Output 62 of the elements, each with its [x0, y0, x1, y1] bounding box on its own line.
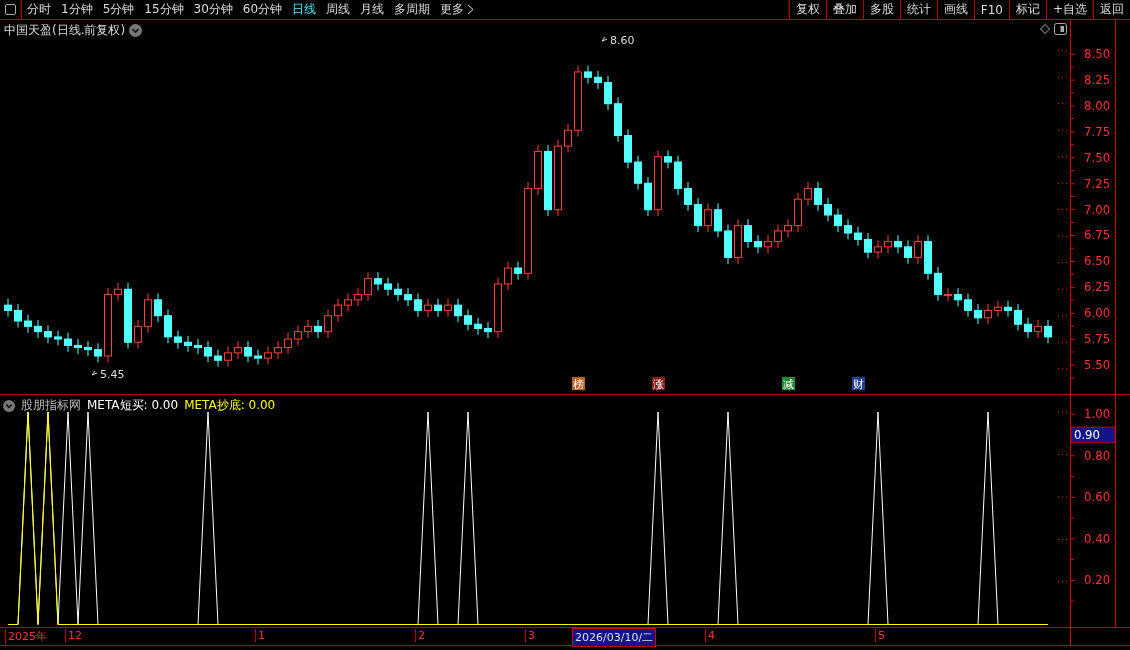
cursor-date-label: 2026/03/10/二: [572, 628, 657, 647]
period-tab[interactable]: 多周期: [389, 0, 436, 19]
axis-label: 6.75: [1084, 228, 1111, 243]
date-label: 5: [875, 629, 885, 642]
axis-label: 6.00: [1084, 306, 1111, 321]
toolbar-button[interactable]: 叠加: [825, 0, 863, 19]
indicator-readout: META短买: 0.00: [87, 397, 179, 414]
more-button[interactable]: 更多: [435, 0, 480, 19]
indicator-name: 股朋指标网: [21, 397, 81, 414]
date-label: 2025年: [5, 629, 47, 644]
axis-label: 0.20: [1084, 573, 1111, 588]
period-tab[interactable]: 15分钟: [139, 0, 189, 19]
indicator-readout: META抄底: 0.00: [184, 397, 276, 414]
date-label: 1: [255, 629, 265, 642]
event-marker[interactable]: 财: [852, 377, 865, 391]
cursor-value-label: 0.90: [1070, 426, 1115, 444]
axis-label: 0.80: [1084, 448, 1111, 463]
axis-label: 5.75: [1084, 332, 1111, 347]
axis-label: 0.60: [1084, 490, 1111, 505]
event-marker[interactable]: 榜: [572, 377, 585, 391]
axis-label: 8.25: [1084, 73, 1111, 88]
high-price-label: 8.60: [601, 34, 635, 48]
period-tab[interactable]: 5分钟: [97, 0, 140, 19]
axis-label: 8.50: [1084, 47, 1111, 62]
period-tab[interactable]: 分时: [22, 0, 56, 19]
dropdown-icon[interactable]: [129, 24, 143, 37]
axis-label: 5.50: [1084, 358, 1111, 373]
period-tab[interactable]: 30分钟: [188, 0, 238, 19]
toolbar-button[interactable]: F10: [973, 0, 1009, 19]
axis-label: 7.00: [1084, 202, 1111, 217]
chart-title: 中国天盈(日线.前复权): [4, 22, 126, 39]
axis-label: 0.40: [1084, 531, 1111, 546]
date-label: 3: [525, 629, 535, 642]
toolbar-button[interactable]: 返回: [1093, 0, 1130, 19]
axis-label: 7.75: [1084, 124, 1111, 139]
toolbar-button[interactable]: 统计: [899, 0, 937, 19]
axis-label: 7.25: [1084, 176, 1111, 191]
period-tab[interactable]: 60分钟: [237, 0, 288, 19]
diamond-icon[interactable]: [1040, 24, 1050, 34]
axis-label: 8.00: [1084, 98, 1111, 113]
axis-label: 6.50: [1084, 254, 1111, 269]
chevron-icon: [467, 4, 475, 15]
dropdown-icon[interactable]: [3, 399, 15, 412]
date-label: 12: [65, 629, 82, 642]
event-marker[interactable]: 减: [782, 377, 795, 391]
toolbar-button[interactable]: 画线: [936, 0, 974, 19]
period-tab[interactable]: 周线: [321, 0, 356, 19]
axis-label: 1.00: [1084, 407, 1111, 422]
panel-toggle-icon[interactable]: [1054, 23, 1067, 35]
toolbar-button[interactable]: 多股: [862, 0, 900, 19]
toolbar-button[interactable]: +自选: [1045, 0, 1093, 19]
period-tab[interactable]: 月线: [355, 0, 390, 19]
low-price-label: 5.45: [91, 368, 125, 382]
period-tab[interactable]: 日线: [287, 0, 322, 19]
date-label: 2: [415, 629, 425, 642]
toolbar-button[interactable]: 复权: [788, 0, 826, 19]
axis-label: 7.50: [1084, 150, 1111, 165]
event-marker[interactable]: 涨: [652, 377, 665, 391]
axis-label: 6.25: [1084, 280, 1111, 295]
period-tab[interactable]: 1分钟: [56, 0, 98, 19]
date-label: 4: [705, 629, 715, 642]
toolbar-button[interactable]: 标记: [1008, 0, 1046, 19]
